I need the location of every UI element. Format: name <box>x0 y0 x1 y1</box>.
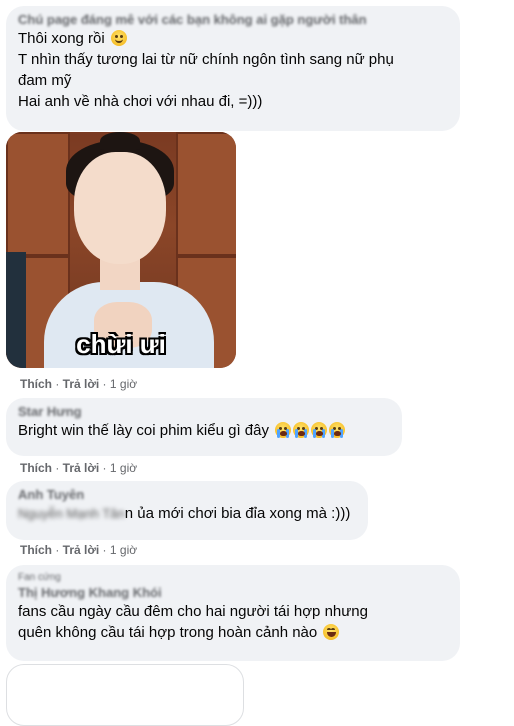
sticker-caption: chừi ưi <box>76 329 166 359</box>
mention-link[interactable]: Nguyễn Mạnh Tân <box>18 506 125 521</box>
smile-icon <box>110 30 127 46</box>
comment-author[interactable]: Thị Hương Khang Khói <box>18 585 448 601</box>
comment-text: Nguyễn Mạnh Tânn ủa mới chơi bia đỉa xon… <box>18 505 351 522</box>
like-button[interactable]: Thích <box>20 543 52 557</box>
comment-text: Thôi xong rồi <box>18 28 448 49</box>
timestamp[interactable]: 1 giờ <box>110 377 137 391</box>
comment-text: Bright win thế lày coi phim kiểu gì đây <box>18 420 390 441</box>
sticker-image[interactable]: chừi ưi <box>6 132 236 368</box>
comment-bubble: Star Hưng Bright win thế lày coi phim ki… <box>6 398 402 456</box>
comment-text: đam mỹ <box>18 72 72 89</box>
comment-author[interactable]: Chú page đáng mê với các bạn không ai gặ… <box>18 12 448 28</box>
comment-actions: Thích · Trả lời · 1 giờ <box>20 377 138 391</box>
comment-actions: Thích · Trả lời · 1 giờ <box>20 543 138 557</box>
comment-text: Hai anh về nhà chơi với nhau đi, =))) <box>18 93 263 110</box>
crying-icon <box>293 422 310 438</box>
partial-next-comment <box>6 664 244 726</box>
comment-bubble: Anh Tuyên Nguyễn Mạnh Tânn ủa mới chơi b… <box>6 481 368 540</box>
timestamp[interactable]: 1 giờ <box>110 461 137 475</box>
reply-button[interactable]: Trả lời <box>63 543 100 557</box>
comment-bubble: Chú page đáng mê với các bạn không ai gặ… <box>6 6 460 131</box>
like-button[interactable]: Thích <box>20 377 52 391</box>
comment-author[interactable]: Star Hưng <box>18 404 390 420</box>
crying-icon <box>311 422 328 438</box>
reply-button[interactable]: Trả lời <box>63 377 100 391</box>
crying-icon <box>275 422 292 438</box>
comment-text: fans cầu ngày cầu đêm cho hai người tái … <box>18 603 368 620</box>
reply-button[interactable]: Trả lời <box>63 461 100 475</box>
fan-badge: Fan cứng <box>18 572 61 583</box>
like-button[interactable]: Thích <box>20 461 52 475</box>
timestamp[interactable]: 1 giờ <box>110 543 137 557</box>
comment-author[interactable]: Anh Tuyên <box>18 487 356 503</box>
comment-bubble: Fan cứng Thị Hương Khang Khói fans cầu n… <box>6 565 460 661</box>
comment-actions: Thích · Trả lời · 1 giờ <box>20 461 138 475</box>
crying-icon <box>329 422 346 438</box>
comment-text: T nhìn thấy tương lai từ nữ chính ngôn t… <box>18 51 394 68</box>
laughing-tears-icon <box>323 624 340 640</box>
comment-text: quên không cầu tái hợp trong hoàn cảnh n… <box>18 622 448 643</box>
